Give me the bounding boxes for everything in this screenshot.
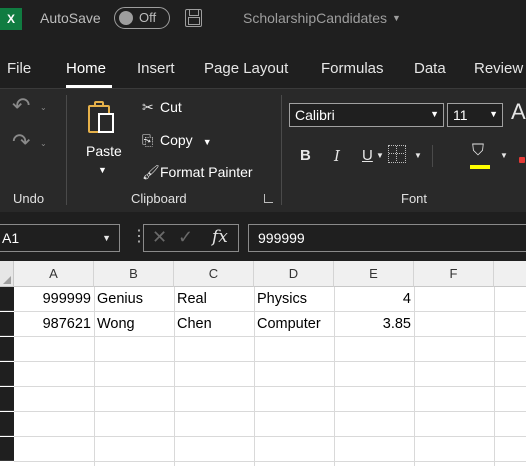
paintbrush-icon: 🖌 — [142, 164, 160, 180]
row-header[interactable] — [0, 412, 14, 436]
row-header[interactable] — [0, 387, 14, 411]
copy-button[interactable]: ⎘ Copy ▼ — [142, 132, 212, 149]
chevron-down-icon: ▼ — [430, 109, 439, 119]
toggle-state: Off — [139, 10, 157, 25]
row-header[interactable] — [0, 337, 14, 361]
tab-page-layout[interactable]: Page Layout — [204, 60, 288, 77]
undo-dropdown-icon[interactable]: ⌄ — [40, 103, 47, 112]
document-title[interactable]: ScholarshipCandidates ▼ — [243, 10, 401, 26]
row-header[interactable] — [0, 287, 14, 311]
enter-icon[interactable]: ✓ — [178, 227, 193, 248]
cell-b1[interactable]: Genius — [97, 287, 174, 311]
cell-b2[interactable]: Wong — [97, 312, 174, 336]
cancel-icon[interactable]: ✕ — [152, 227, 167, 248]
chevron-down-icon: ▼ — [391, 13, 401, 23]
ribbon-tabs: File Home Insert Page Layout Formulas Da… — [0, 38, 526, 88]
formula-input[interactable]: 999999 — [248, 224, 526, 252]
tab-data[interactable]: Data — [414, 60, 446, 77]
tab-file[interactable]: File — [7, 60, 31, 77]
scissors-icon: ✂ — [142, 99, 154, 115]
group-divider — [66, 95, 67, 205]
divider — [432, 145, 433, 167]
cell-e2[interactable]: 3.85 — [334, 312, 411, 336]
excel-logo-icon: X — [0, 8, 22, 30]
column-header-next[interactable] — [494, 261, 526, 287]
cell-a1[interactable]: 999999 — [14, 287, 91, 311]
column-header-e[interactable]: E — [334, 261, 414, 287]
cell-c2[interactable]: Chen — [177, 312, 254, 336]
paste-dropdown-icon[interactable]: ▼ — [98, 165, 107, 175]
formula-bar: A1 ▼ ⋮ ✕ ✓ fx 999999 — [0, 212, 526, 260]
borders-dropdown-icon[interactable]: ▼ — [414, 151, 422, 160]
column-header-c[interactable]: C — [174, 261, 254, 287]
cell-e1[interactable]: 4 — [334, 287, 411, 311]
chevron-down-icon: ▼ — [489, 109, 498, 119]
underline-dropdown-icon[interactable]: ▼ — [376, 151, 384, 160]
copy-icon: ⎘ — [142, 132, 154, 148]
clipboard-group-label: Clipboard — [131, 191, 187, 206]
cell-c1[interactable]: Real — [177, 287, 254, 311]
cut-button[interactable]: ✂ Cut — [142, 99, 182, 116]
cell-a2[interactable]: 987621 — [14, 312, 91, 336]
tab-insert[interactable]: Insert — [137, 60, 175, 77]
fill-color-icon[interactable]: ⛉ — [472, 142, 484, 160]
cell-d2[interactable]: Computer — [257, 312, 334, 336]
column-header-b[interactable]: B — [94, 261, 174, 287]
undo-icon[interactable]: ↶ — [12, 93, 30, 119]
insert-function-icon[interactable]: fx — [212, 227, 228, 247]
row-header[interactable] — [0, 437, 14, 461]
autosave-label: AutoSave — [40, 10, 101, 26]
fill-color-swatch — [470, 165, 490, 169]
name-box[interactable]: A1 ▼ — [0, 224, 120, 252]
tab-formulas[interactable]: Formulas — [321, 60, 384, 77]
italic-button[interactable]: I — [334, 147, 340, 165]
font-name-select[interactable]: Calibri ▼ — [289, 103, 444, 127]
bold-button[interactable]: B — [300, 147, 311, 164]
title-bar: X AutoSave Off ScholarshipCandidates ▼ — [0, 0, 526, 38]
fill-color-dropdown-icon[interactable]: ▼ — [500, 151, 508, 160]
redo-icon[interactable]: ↷ — [12, 129, 30, 155]
copy-dropdown-icon: ▼ — [202, 137, 212, 147]
row-header[interactable] — [0, 312, 14, 336]
group-divider — [281, 95, 282, 205]
clipboard-dialog-launcher-icon[interactable] — [264, 194, 273, 203]
save-icon[interactable] — [185, 9, 202, 27]
chevron-down-icon: ▼ — [102, 233, 111, 243]
column-header-f[interactable]: F — [414, 261, 494, 287]
filename-text: ScholarshipCandidates — [243, 10, 387, 26]
cell-d1[interactable]: Physics — [257, 287, 334, 311]
underline-button[interactable]: U — [362, 147, 373, 164]
borders-icon[interactable] — [388, 145, 406, 163]
formula-bar-buttons: ✕ ✓ fx — [143, 224, 239, 252]
font-group-label: Font — [401, 191, 428, 206]
font-color-icon[interactable] — [519, 157, 525, 163]
redo-dropdown-icon[interactable]: ⌄ — [40, 139, 47, 148]
column-header-a[interactable]: A — [14, 261, 94, 287]
select-all-button[interactable] — [0, 261, 14, 287]
format-painter-button[interactable]: 🖌Format Painter — [142, 164, 253, 181]
font-size-select[interactable]: 11 ▼ — [447, 103, 503, 127]
paste-button[interactable]: Paste — [86, 143, 122, 159]
toggle-knob — [119, 11, 133, 25]
grow-font-button[interactable]: A — [511, 99, 526, 125]
tab-review[interactable]: Review — [474, 60, 523, 77]
paste-icon[interactable] — [88, 101, 118, 135]
undo-group-label: Undo — [13, 191, 45, 206]
autosave-toggle[interactable]: Off — [114, 7, 170, 29]
column-header-d[interactable]: D — [254, 261, 334, 287]
row-header[interactable] — [0, 362, 14, 386]
worksheet-grid: A B C D E F 999999 Genius Real Physics 4… — [0, 261, 526, 466]
tab-home[interactable]: Home — [66, 60, 106, 77]
ribbon: ↶ ⌄ ↷ ⌄ Undo Paste ▼ ✂ Cut ⎘ Copy ▼ 🖌Format… — [0, 88, 526, 212]
